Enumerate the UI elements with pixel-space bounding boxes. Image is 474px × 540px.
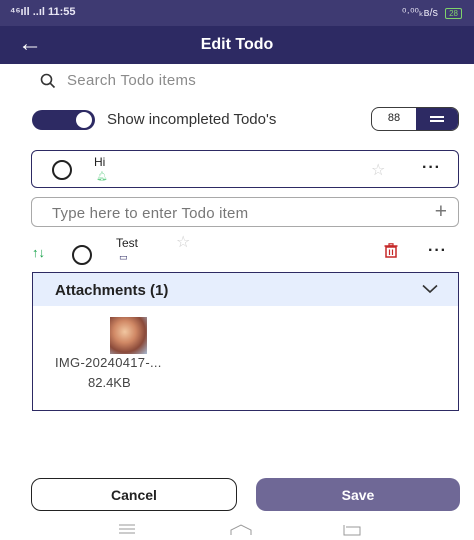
- more-options-icon[interactable]: ···: [422, 159, 441, 177]
- toggle-knob: [76, 112, 92, 128]
- status-bar: ⁴⁶ıll ..ıl 11:55 ⁰·⁰⁰ₖʙ/s 28: [0, 0, 474, 26]
- star-icon[interactable]: ☆: [176, 232, 190, 252]
- attachments-header[interactable]: Attachments (1): [33, 273, 458, 306]
- app-bar: ← Edit Todo: [0, 26, 474, 64]
- star-icon[interactable]: ☆: [371, 160, 385, 180]
- delete-icon[interactable]: [384, 243, 398, 258]
- status-left: ⁴⁶ıll ..ıl 11:55: [10, 6, 76, 18]
- attachments-title: Attachments (1): [55, 282, 169, 299]
- network-speed: ⁰·⁰⁰ₖʙ/s: [402, 7, 439, 19]
- home-icon[interactable]: [230, 524, 252, 536]
- new-todo-input[interactable]: [52, 202, 412, 224]
- back-nav-icon[interactable]: [343, 524, 361, 536]
- todo-title: Hi: [94, 155, 106, 169]
- show-incompleted-toggle[interactable]: [32, 110, 95, 130]
- system-nav-bar: [0, 520, 474, 540]
- more-options-icon[interactable]: ···: [428, 242, 447, 260]
- status-right: ⁰·⁰⁰ₖʙ/s 28: [402, 6, 462, 19]
- todo-title: Test: [116, 236, 139, 250]
- show-incompleted-label: Show incompleted Todo's: [107, 111, 277, 128]
- sort-icon[interactable]: ↑↓: [32, 245, 45, 260]
- attachments-panel: Attachments (1) IMG-20240417-... 82.4KB: [32, 272, 459, 411]
- add-icon[interactable]: +: [435, 200, 447, 224]
- attachment-filesize: 82.4KB: [88, 375, 131, 390]
- complete-checkbox[interactable]: [72, 245, 92, 265]
- grid-view-button[interactable]: 88: [372, 108, 416, 130]
- bell-icon: 🔔︎: [96, 171, 108, 181]
- cancel-button[interactable]: Cancel: [31, 478, 237, 511]
- save-button[interactable]: Save: [256, 478, 460, 511]
- search-icon: [40, 73, 56, 89]
- menu-icon[interactable]: [119, 524, 135, 534]
- view-switch: 88: [371, 107, 459, 131]
- new-todo-field[interactable]: +: [31, 197, 459, 227]
- attachment-filename: IMG-20240417-...: [55, 355, 162, 370]
- list-view-button[interactable]: [416, 108, 458, 130]
- battery-icon: 28: [445, 8, 462, 19]
- search-placeholder: Search Todo items: [67, 72, 197, 89]
- chevron-down-icon[interactable]: [422, 284, 438, 294]
- attachment-thumbnail[interactable]: [110, 317, 147, 354]
- complete-checkbox[interactable]: [52, 160, 72, 180]
- page-title: Edit Todo: [200, 36, 274, 53]
- todo-item-hi[interactable]: Hi 🔔︎ ☆ ···: [31, 150, 459, 188]
- list-icon: [430, 116, 444, 118]
- attachment-file-icon: ▭: [119, 252, 128, 262]
